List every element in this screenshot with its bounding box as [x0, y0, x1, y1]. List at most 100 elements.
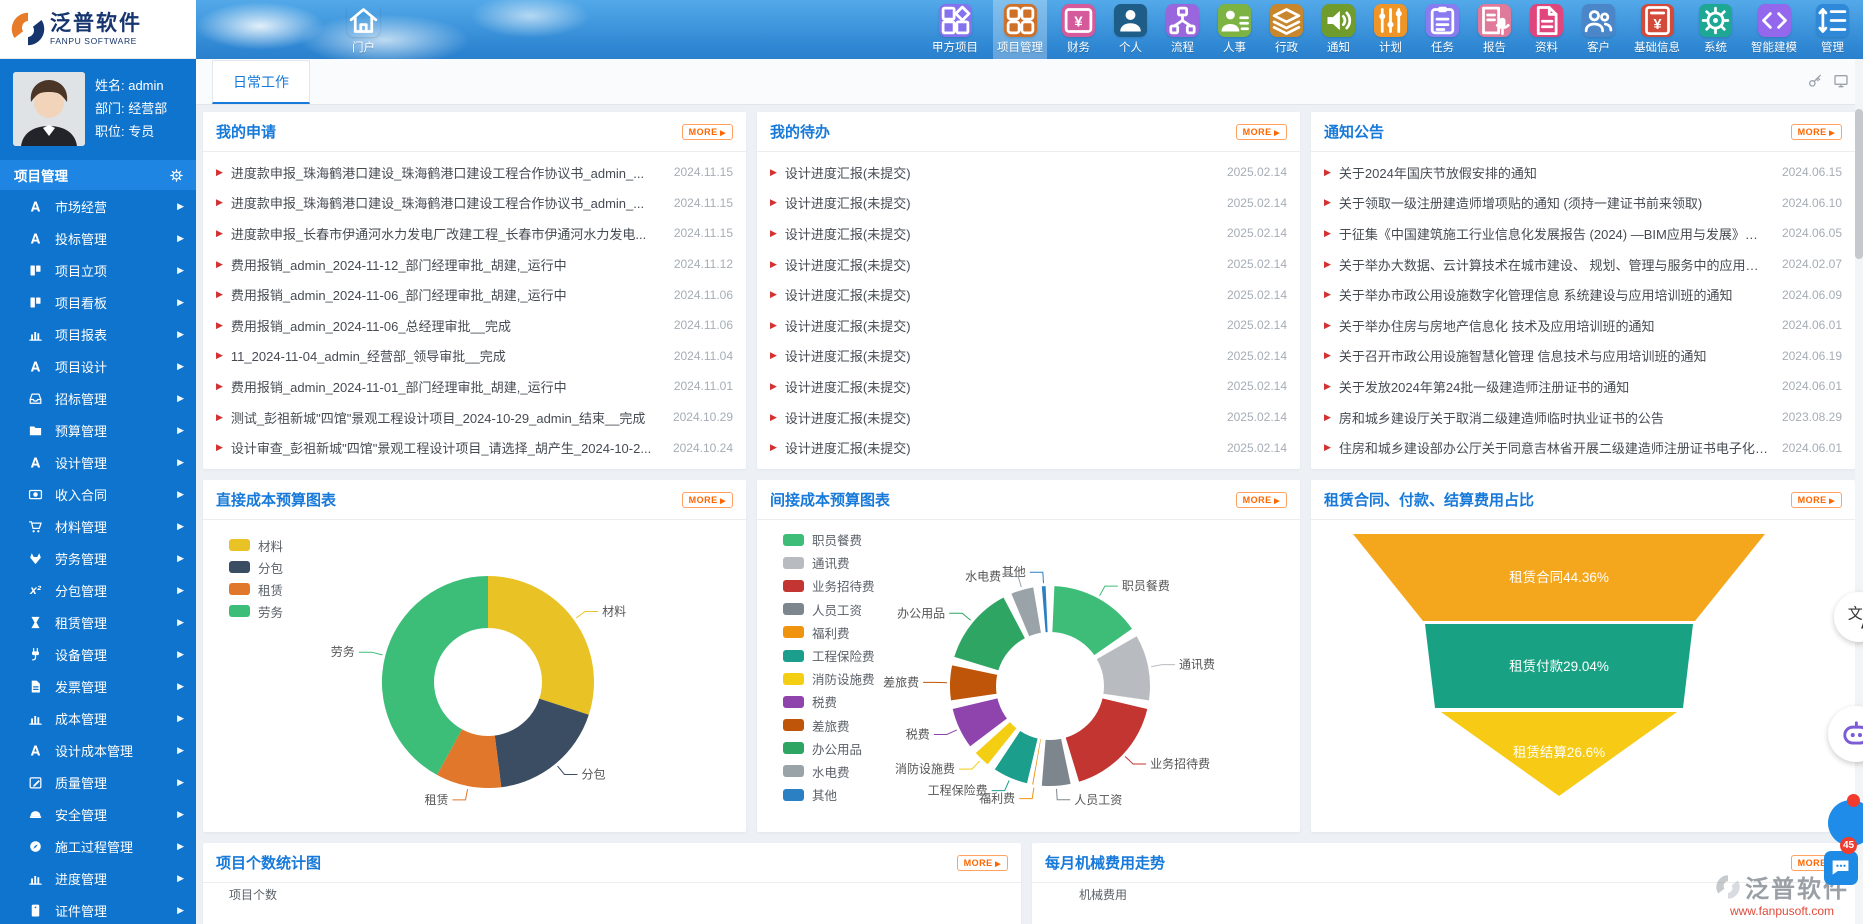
- list-item[interactable]: 于征集《中国建筑施工行业信息化发展报告 (2024) —BIM应用与发展》材料.…: [1324, 218, 1842, 249]
- list-item[interactable]: 房和城乡建设厅关于取消二级建造师临时执业证书的公告 2023.08.29: [1324, 402, 1842, 433]
- sidebar-menu-item[interactable]: 设计成本管理: [0, 734, 196, 766]
- gear-icon[interactable]: [169, 168, 184, 183]
- list-item[interactable]: 关于召开市政公用设施智慧化管理 信息技术与应用培训班的通知 2024.06.19: [1324, 341, 1842, 372]
- list-item[interactable]: 设计进度汇报(未提交) 2025.02.14: [770, 432, 1287, 463]
- legend-item[interactable]: 人员工资: [783, 598, 875, 621]
- nav-item-portal[interactable]: 门户: [343, 0, 384, 59]
- key-icon[interactable]: [1807, 73, 1823, 89]
- chat-widget[interactable]: [1824, 851, 1858, 885]
- list-item[interactable]: 设计进度汇报(未提交) 2025.02.14: [770, 157, 1287, 188]
- list-item[interactable]: 设计进度汇报(未提交) 2025.02.14: [770, 188, 1287, 219]
- list-item[interactable]: 设计进度汇报(未提交) 2025.02.14: [770, 279, 1287, 310]
- sidebar-menu-item[interactable]: 质量管理: [0, 766, 196, 798]
- legend-item[interactable]: 劳务: [229, 600, 283, 622]
- list-item[interactable]: 设计审查_彭祖新城"四馆"景观工程设计项目_请选择_胡产生_2024-10-2.…: [216, 432, 733, 463]
- list-item[interactable]: 费用报销_admin_2024-11-06_部门经理审批_胡建,_运行中 202…: [216, 279, 733, 310]
- list-item[interactable]: 费用报销_admin_2024-11-01_部门经理审批_胡建,_运行中 202…: [216, 371, 733, 402]
- nav-item[interactable]: 甲方项目: [928, 0, 982, 59]
- sidebar-menu-item[interactable]: 投标管理: [0, 222, 196, 254]
- nav-item[interactable]: 流程: [1162, 0, 1203, 59]
- sidebar-menu-item[interactable]: 项目立项: [0, 254, 196, 286]
- list-item[interactable]: 设计进度汇报(未提交) 2025.02.14: [770, 402, 1287, 433]
- list-item[interactable]: 设计进度汇报(未提交) 2025.02.14: [770, 249, 1287, 280]
- nav-item[interactable]: ¥ 基础信息: [1630, 0, 1684, 59]
- list-item[interactable]: 设计进度汇报(未提交) 2025.02.14: [770, 310, 1287, 341]
- list-item[interactable]: 住房和城乡建设部办公厅关于同意吉林省开展二级建造师注册证书电子化试点... 20…: [1324, 432, 1842, 463]
- sidebar-menu-item[interactable]: 收入合同: [0, 478, 196, 510]
- nav-item[interactable]: 人事: [1214, 0, 1255, 59]
- nav-item[interactable]: ¥ 财务: [1058, 0, 1099, 59]
- nav-item[interactable]: 行政: [1266, 0, 1307, 59]
- more-button[interactable]: MORE: [1236, 492, 1287, 508]
- sidebar-menu-item[interactable]: 市场经营: [0, 190, 196, 222]
- legend-item[interactable]: 分包: [229, 556, 283, 578]
- tab-daily-work[interactable]: 日常工作: [212, 60, 310, 104]
- sidebar-menu-item[interactable]: 项目看板: [0, 286, 196, 318]
- list-item[interactable]: 进度款申报_珠海鹤港口建设_珠海鹤港口建设工程合作协议书_admin_... 2…: [216, 188, 733, 219]
- list-item[interactable]: 关于发放2024年第24批一级建造师注册证书的通知 2024.06.01: [1324, 371, 1842, 402]
- nav-item[interactable]: 管理: [1812, 0, 1853, 59]
- nav-item[interactable]: 系统: [1695, 0, 1736, 59]
- more-button[interactable]: MORE: [1791, 124, 1842, 140]
- list-item[interactable]: 进度款申报_长春市伊通河水力发电厂改建工程_长春市伊通河水力发电... 2024…: [216, 218, 733, 249]
- list-item[interactable]: 费用报销_admin_2024-11-12_部门经理审批_胡建,_运行中 202…: [216, 249, 733, 280]
- user-avatar[interactable]: [13, 72, 85, 146]
- list-item[interactable]: 关于举办住房与房地产信息化 技术及应用培训班的通知 2024.06.01: [1324, 310, 1842, 341]
- list-item[interactable]: 设计进度汇报(未提交) 2025.02.14: [770, 341, 1287, 372]
- legend-item[interactable]: 职员餐费: [783, 528, 875, 551]
- legend-item[interactable]: 水电费: [783, 760, 875, 783]
- legend-item[interactable]: 材料: [229, 534, 283, 556]
- screen-icon[interactable]: [1833, 73, 1849, 89]
- sidebar-menu-item[interactable]: x² 分包管理: [0, 574, 196, 606]
- nav-item[interactable]: 报告: [1474, 0, 1515, 59]
- sidebar-menu-item[interactable]: 材料管理: [0, 510, 196, 542]
- sidebar-menu-item[interactable]: 项目报表: [0, 318, 196, 350]
- nav-item[interactable]: 任务: [1422, 0, 1463, 59]
- sidebar-menu-item[interactable]: 招标管理: [0, 382, 196, 414]
- sidebar-menu-item[interactable]: 租赁管理: [0, 606, 196, 638]
- sidebar-menu-item[interactable]: 成本管理: [0, 702, 196, 734]
- sidebar-menu-item[interactable]: 证件管理: [0, 894, 196, 924]
- sidebar-menu-item[interactable]: 设备管理: [0, 638, 196, 670]
- sidebar-menu-item[interactable]: 劳务管理: [0, 542, 196, 574]
- list-item[interactable]: 关于举办市政公用设施数字化管理信息 系统建设与应用培训班的通知 2024.06.…: [1324, 279, 1842, 310]
- sidebar-menu-item[interactable]: 安全管理: [0, 798, 196, 830]
- more-button[interactable]: MORE: [957, 855, 1008, 871]
- scrollbar-thumb[interactable]: [1855, 109, 1863, 259]
- app-logo[interactable]: 泛普软件 FANPU SOFTWARE: [0, 0, 196, 59]
- more-button[interactable]: MORE: [1236, 124, 1287, 140]
- list-item[interactable]: 进度款申报_珠海鹤港口建设_珠海鹤港口建设工程合作协议书_admin_... 2…: [216, 157, 733, 188]
- list-item[interactable]: 费用报销_admin_2024-11-06_总经理审批__完成 2024.11.…: [216, 310, 733, 341]
- list-item[interactable]: 关于2024年国庆节放假安排的通知 2024.06.15: [1324, 157, 1842, 188]
- more-button[interactable]: MORE: [682, 492, 733, 508]
- legend-item[interactable]: 差旅费: [783, 714, 875, 737]
- list-item[interactable]: 测试_彭祖新城"四馆"景观工程设计项目_2024-10-29_admin_结束_…: [216, 402, 733, 433]
- more-button[interactable]: MORE: [1791, 492, 1842, 508]
- nav-item[interactable]: 计划: [1370, 0, 1411, 59]
- legend-item[interactable]: 其他: [783, 783, 875, 806]
- list-item[interactable]: 设计进度汇报(未提交) 2025.02.14: [770, 371, 1287, 402]
- legend-item[interactable]: 税费: [783, 690, 875, 713]
- list-item[interactable]: 设计进度汇报(未提交) 2025.02.14: [770, 218, 1287, 249]
- sidebar-menu-item[interactable]: 进度管理: [0, 862, 196, 894]
- nav-item[interactable]: 通知: [1318, 0, 1359, 59]
- more-button[interactable]: MORE: [682, 124, 733, 140]
- list-item[interactable]: 11_2024-11-04_admin_经营部_领导审批__完成 2024.11…: [216, 341, 733, 372]
- list-item[interactable]: 关于领取一级注册建造师增项贴的通知 (须持一建证书前来领取) 2024.06.1…: [1324, 188, 1842, 219]
- nav-item[interactable]: 个人: [1110, 0, 1151, 59]
- legend-item[interactable]: 工程保险费: [783, 644, 875, 667]
- sidebar-menu-item[interactable]: 设计管理: [0, 446, 196, 478]
- legend-item[interactable]: 办公用品: [783, 737, 875, 760]
- sidebar-menu-item[interactable]: 预算管理: [0, 414, 196, 446]
- list-item[interactable]: 关于举办大数据、云计算技术在城市建设、 规划、管理与服务中的应用培训班... 2…: [1324, 249, 1842, 280]
- nav-item[interactable]: 项目管理: [993, 0, 1047, 59]
- sidebar-menu-item[interactable]: 施工过程管理: [0, 830, 196, 862]
- sidebar-menu-item[interactable]: 发票管理: [0, 670, 196, 702]
- legend-item[interactable]: 通讯费: [783, 551, 875, 574]
- legend-item[interactable]: 业务招待费: [783, 574, 875, 597]
- sidebar-menu-item[interactable]: 项目设计: [0, 350, 196, 382]
- legend-item[interactable]: 租赁: [229, 578, 283, 600]
- nav-item[interactable]: 智能建模: [1747, 0, 1801, 59]
- nav-item[interactable]: 客户: [1578, 0, 1619, 59]
- nav-item[interactable]: 资料: [1526, 0, 1567, 59]
